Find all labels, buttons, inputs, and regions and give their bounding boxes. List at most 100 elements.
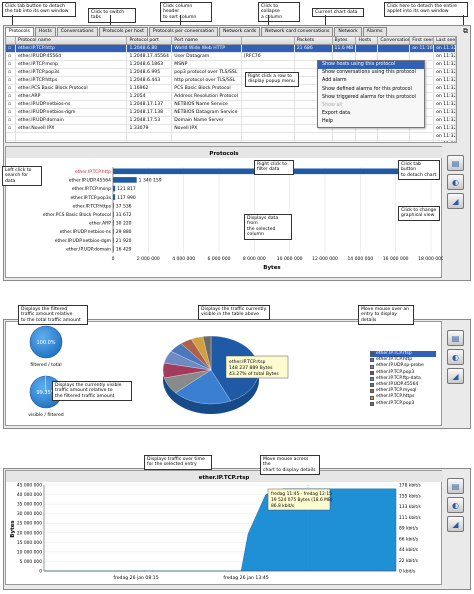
category-label[interactable]: ether.ARP — [89, 221, 111, 227]
table-cell: ether.IP.TCP.http — [16, 45, 128, 52]
column-header-conversations[interactable]: Conversations — [378, 37, 411, 44]
legend-entry[interactable]: ether.IP.TCP.pop3 — [370, 401, 436, 407]
column-header-extra[interactable] — [242, 37, 295, 44]
table-cell — [16, 141, 128, 142]
column-header-first-seen[interactable]: First seen — [410, 37, 435, 44]
area-series[interactable] — [44, 488, 397, 572]
x-tick-label: 18 000 000 — [418, 256, 443, 262]
y-axis-label: Bytes — [10, 520, 16, 538]
y-tick-label: 15 000 000 — [17, 540, 42, 546]
bar[interactable] — [113, 194, 116, 200]
menu-item-show-defined-alarms[interactable]: Show defined alarms for this protocol — [318, 86, 424, 94]
table-row[interactable]: on 11:32:57 — [6, 133, 456, 141]
area-chart-view-icon[interactable]: ◢ — [447, 193, 464, 209]
column-header-icon[interactable] — [6, 37, 16, 44]
area-chart-view-icon[interactable]: ◢ — [447, 368, 464, 384]
column-header-port-name[interactable]: Port name — [172, 37, 242, 44]
tab-network-card-conversations[interactable]: Network card conversations — [261, 27, 334, 36]
tab-alarms[interactable]: Alarms — [362, 27, 387, 36]
tab-protocols-per-conversation[interactable]: Protocols per conversation — [148, 27, 219, 36]
table-cell: on 11:32:54 — [434, 117, 456, 124]
protocols-bar-chart[interactable]: Protocols 0 2 000 000 4 000 000 6 000 000 8 0… — [6, 147, 444, 279]
tab-conversations[interactable]: Conversations — [56, 27, 98, 36]
category-label[interactable]: ether.IP.UDP.netbios-ns — [60, 229, 112, 235]
table-cell — [16, 133, 128, 140]
callout-selected-column: Displays data from the selected column — [244, 214, 292, 240]
callout-text: Displays traffic over time for the selec… — [147, 457, 205, 468]
category-label[interactable]: ether.IP.UDP.netbios-dgm — [55, 238, 111, 244]
bar-value-label: 121 817 — [117, 186, 136, 192]
visible-filtered-label: visible / filtered — [28, 412, 64, 418]
row-protocol-icon: ▫ — [6, 53, 16, 60]
tooltip-line: 43.27% of total Bytes — [229, 371, 279, 377]
bar-value-label: 117 990 — [117, 195, 136, 201]
bar[interactable] — [113, 185, 116, 192]
y-tick-label: 5 000 000 — [20, 559, 43, 565]
category-label[interactable]: ether.IP.UDP.domain — [66, 246, 111, 252]
x-tick-label: 2 000 000 — [137, 256, 160, 262]
legend-swatch — [370, 352, 374, 357]
row-protocol-icon: ▫ — [6, 45, 16, 52]
table-cell — [295, 53, 333, 60]
traffic-area-chart[interactable]: ether.IP.TCP.rtsp 0 5 000 000 10 000 000 15 … — [6, 471, 443, 586]
table-cell — [242, 93, 295, 100]
tab-bar: Protocols Hosts Conversations Protocols … — [5, 27, 457, 36]
category-label[interactable]: ether.IP.TCP.http — [75, 169, 111, 175]
column-header-protocol-port[interactable]: Protocol port — [127, 37, 173, 44]
table-cell: [RFC76 — [242, 53, 295, 60]
table-row[interactable]: on 11:32:48 — [6, 141, 456, 142]
category-label[interactable]: ether.IP.TCP.msnp — [72, 186, 111, 192]
category-label[interactable]: ether.IP.TCP.https — [73, 203, 112, 209]
y2-tick-label: 0 kbit/s — [399, 569, 416, 575]
row-protocol-icon: ▫ — [6, 61, 16, 68]
legend-swatch — [370, 383, 374, 388]
table-cell — [356, 133, 379, 140]
pie-legend: ether.IP.TCP.rtsp ether.IP.TCP.http ether.… — [370, 351, 436, 407]
column-header-protocol-name[interactable]: Protocol name — [16, 37, 128, 44]
menu-item-show-hosts[interactable]: Show hosts using this protocol — [318, 61, 424, 70]
table-cell — [410, 141, 435, 142]
callout-over-time: Displays traffic over time for the selec… — [144, 455, 212, 470]
y2-tick-label: 22 kbit/s — [399, 558, 419, 564]
tab-network[interactable]: Network — [334, 27, 362, 36]
tab-protocols-per-host[interactable]: Protocols per host — [98, 27, 148, 36]
category-label[interactable]: ether.IP.TCP.pop3s — [70, 195, 111, 201]
table-row[interactable]: ▫ ether.IP.TCP.http 1.2048.6.80 World Wide … — [6, 45, 456, 53]
tab-hosts[interactable]: Hosts — [34, 27, 56, 36]
bar-chart-view-icon[interactable]: ▤ — [447, 330, 464, 346]
menu-item-export-data[interactable]: Export data — [318, 110, 424, 118]
bar-value-label: 21 920 — [116, 238, 132, 244]
callout-text: Click tab button to detach chart — [401, 162, 437, 178]
table-cell: ether.IP.UDP.45564 — [16, 53, 128, 60]
menu-item-show-triggered-alarms[interactable]: Show triggered alarms for this protocol — [318, 94, 424, 102]
column-header-hosts[interactable]: Hosts — [356, 37, 379, 44]
callout-pie-visible: Displays the traffic currently visible i… — [198, 305, 270, 320]
table-cell: on 11:32:57 — [434, 133, 456, 140]
bar-chart-view-icon[interactable]: ▤ — [447, 478, 464, 494]
pie-chart-view-icon[interactable]: ◐ — [447, 497, 464, 513]
y2-tick-label: 111 kbit/s — [399, 515, 422, 521]
pie-chart-view-icon[interactable]: ◐ — [447, 349, 464, 365]
menu-item-help[interactable]: Help — [318, 118, 424, 126]
bar[interactable] — [113, 177, 137, 183]
table-cell: ether.IP.TCP.pop3s — [16, 69, 128, 76]
table-cell: pop3 protocol over TLS/SSL — [172, 69, 242, 76]
tab-protocols[interactable]: Protocols — [5, 27, 34, 36]
detach-applet-icon[interactable]: ⧉ — [463, 27, 468, 36]
area-chart-view-icon[interactable]: ◢ — [447, 516, 464, 532]
menu-item-show-all[interactable]: Show all — [318, 102, 424, 110]
column-header-packets[interactable]: Packets — [295, 37, 333, 44]
menu-item-show-conversations[interactable]: Show conversations using this protocol — [318, 69, 424, 77]
category-label[interactable]: ether.PCS Basic Block Protocol — [43, 212, 111, 218]
tab-network-cards[interactable]: Network cards — [219, 27, 261, 36]
category-label[interactable]: ether.IP.UDP.45564 — [69, 178, 111, 184]
bar-chart-view-icon[interactable]: ▤ — [447, 155, 464, 171]
column-header-last-seen[interactable]: Last seen — [434, 37, 456, 44]
menu-item-add-alarm[interactable]: Add alarm — [318, 77, 424, 85]
table-cell — [378, 53, 411, 60]
legend-label: ether.IP.TCP.pop3 — [376, 400, 415, 406]
pie-chart-view-icon[interactable]: ◐ — [447, 174, 464, 190]
callout-text: Click to switch tabs — [91, 10, 125, 21]
x-tick-label: 8 000 000 — [243, 256, 266, 262]
column-header-bytes[interactable]: Bytes — [333, 37, 357, 44]
